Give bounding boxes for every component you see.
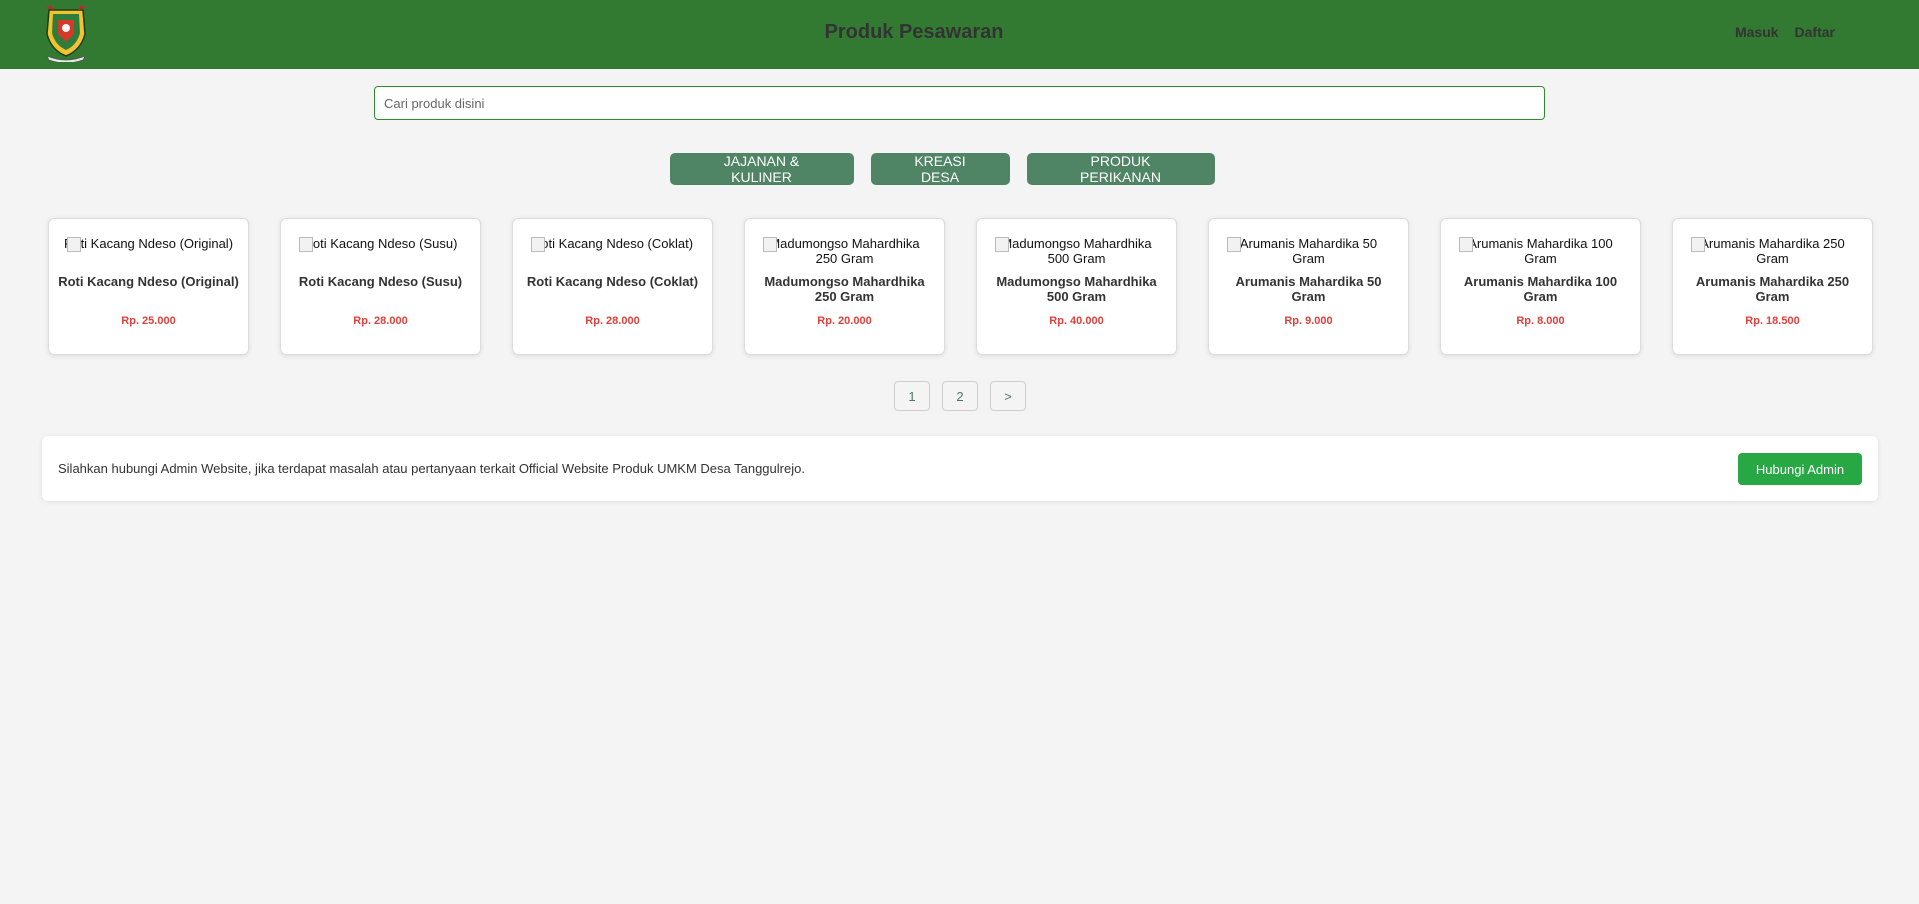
product-price: Rp. 18.500 [1745, 315, 1800, 327]
product-price: Rp. 28.000 [585, 315, 640, 327]
product-name: Roti Kacang Ndeso (Susu) [298, 274, 463, 289]
product-image[interactable]: Madumongso Mahardhika 500 Gram [977, 236, 1176, 266]
page-title: Produk Pesawaran [824, 21, 1004, 43]
product-name: Roti Kacang Ndeso (Original) [58, 274, 239, 289]
product-card[interactable]: Arumanis Mahardika 100 Gram Arumanis Mah… [1440, 218, 1641, 355]
product-grid: Roti Kacang Ndeso (Original) Roti Kacang… [48, 218, 1873, 355]
product-name: Roti Kacang Ndeso (Coklat) [526, 274, 699, 289]
product-name: Arumanis Mahardika 50 Gram [1235, 274, 1382, 304]
page-1-button[interactable]: 1 [894, 381, 930, 411]
category-jajanan-kuliner-button[interactable]: JAJANAN & KULINER [669, 153, 854, 185]
product-image[interactable]: Roti Kacang Ndeso (Susu) [281, 236, 480, 266]
product-card[interactable]: Arumanis Mahardika 250 Gram Arumanis Mah… [1672, 218, 1873, 355]
product-card[interactable]: Roti Kacang Ndeso (Susu) Roti Kacang Nde… [280, 218, 481, 355]
product-name: Arumanis Mahardika 250 Gram [1695, 274, 1850, 304]
product-image[interactable]: Arumanis Mahardika 100 Gram [1441, 236, 1640, 266]
product-price: Rp. 8.000 [1516, 315, 1565, 327]
product-price: Rp. 25.000 [121, 315, 176, 327]
pagination: 1 2 > [894, 381, 1026, 411]
product-card[interactable]: Madumongso Mahardhika 500 Gram Madumongs… [976, 218, 1177, 355]
product-image[interactable]: Arumanis Mahardika 50 Gram [1209, 236, 1408, 266]
register-link[interactable]: Daftar [1795, 24, 1835, 40]
product-image[interactable]: Arumanis Mahardika 250 Gram [1673, 236, 1872, 266]
product-card[interactable]: Arumanis Mahardika 50 Gram Arumanis Maha… [1208, 218, 1409, 355]
product-card[interactable]: Madumongso Mahardhika 250 Gram Madumongs… [744, 218, 945, 355]
search-input[interactable] [374, 86, 1545, 120]
product-image[interactable]: Roti Kacang Ndeso (Original) [49, 236, 248, 266]
product-price: Rp. 20.000 [817, 315, 872, 327]
page-2-button[interactable]: 2 [942, 381, 978, 411]
next-page-button[interactable]: > [990, 381, 1026, 411]
product-price: Rp. 40.000 [1049, 315, 1104, 327]
product-price: Rp. 9.000 [1284, 315, 1333, 327]
contact-admin-button[interactable]: Hubungi Admin [1738, 453, 1862, 485]
site-header: Produk Pesawaran Masuk Daftar [0, 0, 1919, 69]
category-kreasi-desa-button[interactable]: KREASI DESA [870, 153, 1010, 185]
product-image[interactable]: Madumongso Mahardhika 250 Gram [745, 236, 944, 266]
category-produk-perikanan-button[interactable]: PRODUK PERIKANAN [1026, 153, 1215, 185]
product-card[interactable]: Roti Kacang Ndeso (Coklat) Roti Kacang N… [512, 218, 713, 355]
category-bar: JAJANAN & KULINER KREASI DESA PRODUK PER… [0, 153, 1919, 185]
product-image[interactable]: Roti Kacang Ndeso (Coklat) [513, 236, 712, 266]
product-name: Arumanis Mahardika 100 Gram [1463, 274, 1618, 304]
auth-nav: Masuk Daftar [1735, 24, 1835, 40]
product-name: Madumongso Mahardhika 500 Gram [996, 274, 1157, 304]
product-price: Rp. 28.000 [353, 315, 408, 327]
contact-admin-panel: Silahkan hubungi Admin Website, jika ter… [42, 436, 1878, 501]
login-link[interactable]: Masuk [1735, 24, 1779, 40]
product-name: Madumongso Mahardhika 250 Gram [764, 274, 925, 304]
product-card[interactable]: Roti Kacang Ndeso (Original) Roti Kacang… [48, 218, 249, 355]
contact-message: Silahkan hubungi Admin Website, jika ter… [58, 461, 805, 476]
